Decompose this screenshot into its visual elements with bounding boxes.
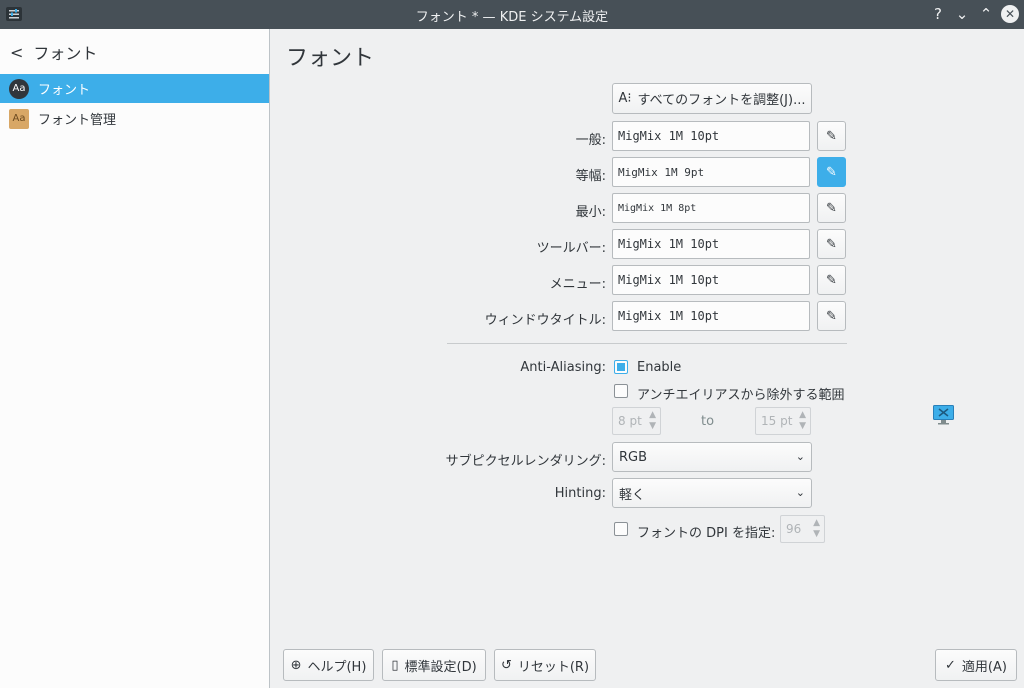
close-icon[interactable]: ✕ (1001, 5, 1019, 23)
antialiasing-enable-label: Enable (637, 360, 682, 375)
undo-icon: ↺ (500, 657, 512, 673)
small-font-label: 最小: (575, 205, 606, 220)
maximize-icon[interactable]: ⌃ (977, 5, 995, 23)
spin-arrows-icon: ▲ ▼ (649, 410, 656, 431)
exclude-range-label: アンチエイリアスから除外する範囲 (637, 388, 845, 403)
chevron-down-icon: ⌄ (795, 450, 805, 463)
pen-icon: ✎ (826, 164, 837, 180)
help-button[interactable]: ⊕ ヘルプ(H) (283, 649, 374, 681)
spin-arrows-icon: ▲ ▼ (799, 410, 806, 431)
pen-icon: ✎ (826, 308, 837, 324)
small-font-pick-button[interactable]: ✎ (817, 193, 846, 223)
general-font-pick-button[interactable]: ✎ (817, 121, 846, 151)
hinting-value: 軽く (619, 487, 646, 503)
adjust-all-fonts-label: すべてのフォントを調整(J)... (637, 93, 806, 108)
pen-icon: ✎ (826, 200, 837, 216)
sidebar-item-label: フォント管理 (38, 113, 117, 128)
window-title-font-pick-button[interactable]: ✎ (817, 301, 846, 331)
page-title: フォント (286, 46, 375, 71)
section-divider (447, 343, 847, 344)
small-font-field: MigMix 1M 8pt (612, 193, 810, 223)
subpixel-rendering-value: RGB (619, 449, 648, 465)
menu-font-pick-button[interactable]: ✎ (817, 265, 846, 295)
general-font-label: 一般: (575, 133, 606, 148)
document-defaults-icon: ▯ (391, 657, 399, 673)
subpixel-rendering-label: サブピクセルレンダリング: (445, 454, 606, 469)
exclude-to-spinbox[interactable]: 15 pt ▲ ▼ (755, 407, 811, 435)
defaults-button-label: 標準設定(D) (404, 659, 477, 675)
hinting-dropdown[interactable]: 軽く ⌄ (612, 478, 812, 508)
minimize-icon[interactable]: ⌄ (953, 5, 971, 23)
menu-font-field: MigMix 1M 10pt (612, 265, 810, 295)
menu-font-label: メニュー: (549, 277, 606, 292)
window-titlebar[interactable]: フォント * — KDE システム設定 ? ⌄ ⌃ ✕ (0, 0, 1024, 29)
exclude-range-checkbox[interactable] (614, 384, 628, 398)
font-icon: Aa (9, 78, 29, 99)
general-font-field: MigMix 1M 10pt (612, 121, 810, 151)
fixed-font-label: 等幅: (575, 169, 606, 184)
pen-icon: ✎ (826, 272, 837, 288)
apply-button-label: 適用(A) (961, 659, 1007, 675)
back-label: フォント (33, 44, 98, 63)
back-button[interactable]: < フォント (10, 42, 98, 64)
monitor-icon (933, 405, 954, 425)
sidebar-item-font-management[interactable]: Aa フォント管理 (0, 104, 269, 133)
fixed-font-pick-button[interactable]: ✎ (817, 157, 846, 187)
dpi-spinbox[interactable]: 96 ▲ ▼ (780, 515, 825, 543)
force-dpi-label: フォントの DPI を指定: (637, 526, 776, 541)
checkmark-icon: ✓ (945, 657, 956, 673)
antialiasing-enable-checkbox[interactable] (614, 360, 628, 374)
sidebar-item-label: フォント (38, 83, 91, 98)
hinting-label: Hinting: (554, 486, 606, 501)
sidebar: < フォント Aa フォント Aa フォント管理 (0, 29, 270, 688)
spin-arrows-icon: ▲ ▼ (813, 518, 820, 539)
range-to-label: to (701, 414, 715, 429)
toolbar-font-label: ツールバー: (536, 241, 606, 256)
toolbar-font-field: MigMix 1M 10pt (612, 229, 810, 259)
apply-button[interactable]: ✓ 適用(A) (935, 649, 1017, 681)
defaults-button[interactable]: ▯ 標準設定(D) (382, 649, 486, 681)
window-title: フォント * — KDE システム設定 (415, 10, 609, 25)
reset-button-label: リセット(R) (517, 659, 590, 675)
fixed-font-field: MigMix 1M 9pt (612, 157, 810, 187)
font-management-icon: Aa (9, 108, 29, 129)
help-button-label: ヘルプ(H) (307, 659, 367, 675)
exclude-to-value: 15 pt (761, 414, 793, 428)
exclude-from-spinbox[interactable]: 8 pt ▲ ▼ (612, 407, 661, 435)
window-title-font-label: ウィンドウタイトル: (484, 313, 606, 328)
pen-icon: ✎ (826, 236, 837, 252)
help-icon[interactable]: ? (929, 5, 947, 23)
force-dpi-checkbox[interactable] (614, 522, 628, 536)
help-lifebuoy-icon: ⊕ (290, 657, 302, 673)
dpi-value: 96 (786, 522, 802, 536)
subpixel-rendering-dropdown[interactable]: RGB ⌄ (612, 442, 812, 472)
font-adjust-icon: A⁝ (618, 91, 632, 106)
reset-button[interactable]: ↺ リセット(R) (494, 649, 596, 681)
pen-icon: ✎ (826, 128, 837, 144)
exclude-from-value: 8 pt (618, 414, 642, 428)
antialiasing-label: Anti-Aliasing: (520, 360, 606, 375)
toolbar-font-pick-button[interactable]: ✎ (817, 229, 846, 259)
chevron-left-icon: < (10, 42, 24, 62)
chevron-down-icon: ⌄ (795, 486, 805, 499)
sidebar-item-fonts[interactable]: Aa フォント (0, 74, 269, 103)
adjust-all-fonts-button[interactable]: A⁝ すべてのフォントを調整(J)... (612, 83, 812, 114)
window-title-font-field: MigMix 1M 10pt (612, 301, 810, 331)
